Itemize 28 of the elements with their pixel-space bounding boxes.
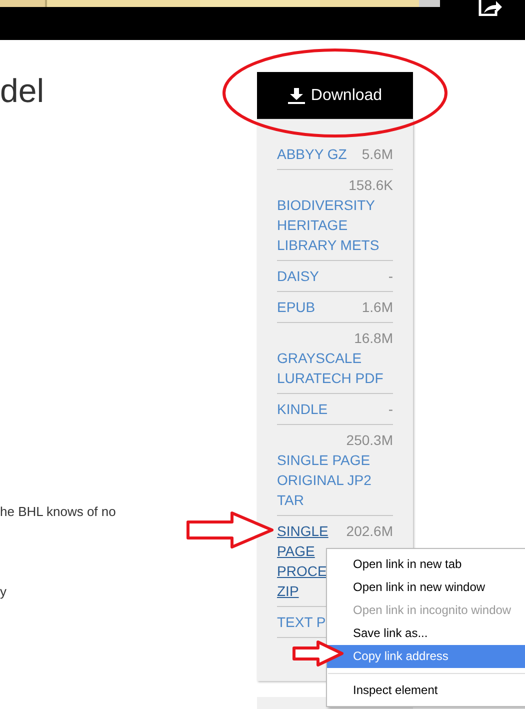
description-text: he BHL knows of no: [0, 504, 117, 520]
file-format-link[interactable]: SINGLE PAGE ORIGINAL JP2 TAR: [277, 450, 393, 510]
file-format-link[interactable]: TEXT P: [277, 612, 326, 632]
menu-item[interactable]: Open link in new window: [327, 576, 525, 599]
file-format-link[interactable]: EPUB: [277, 297, 316, 317]
file-format-link[interactable]: ABBYY GZ: [277, 144, 347, 164]
share-icon[interactable]: [478, 0, 502, 16]
menu-item[interactable]: Copy link address: [327, 645, 525, 668]
file-format-link[interactable]: BIODIVERSITY HERITAGE LIBRARY METS: [277, 195, 393, 255]
file-size: 158.6K: [348, 176, 393, 195]
menu-item[interactable]: Inspect element: [327, 679, 525, 702]
file-size: 250.3M: [346, 431, 393, 450]
file-format-link[interactable]: GRAYSCALE LURATECH PDF: [277, 348, 393, 388]
file-format-link[interactable]: KINDLE: [277, 399, 328, 419]
file-format-link[interactable]: SINGLE PAGE PROCE ZIP: [277, 521, 328, 601]
description-text: y: [0, 584, 8, 600]
menu-item[interactable]: Open link in new tab: [327, 553, 525, 576]
file-size: -: [388, 267, 393, 286]
file-format-link[interactable]: DAISY: [277, 266, 320, 286]
file-size: 202.6M: [346, 522, 393, 541]
file-size: 1.6M: [362, 298, 393, 317]
file-size: -: [388, 400, 393, 419]
file-size: 16.8M: [354, 329, 393, 348]
file-size: 5.6M: [362, 145, 393, 164]
download-icon: [288, 88, 305, 104]
menu-item[interactable]: Save link as...: [327, 622, 525, 645]
download-button[interactable]: Download: [257, 72, 413, 119]
page-title: del: [0, 74, 46, 107]
